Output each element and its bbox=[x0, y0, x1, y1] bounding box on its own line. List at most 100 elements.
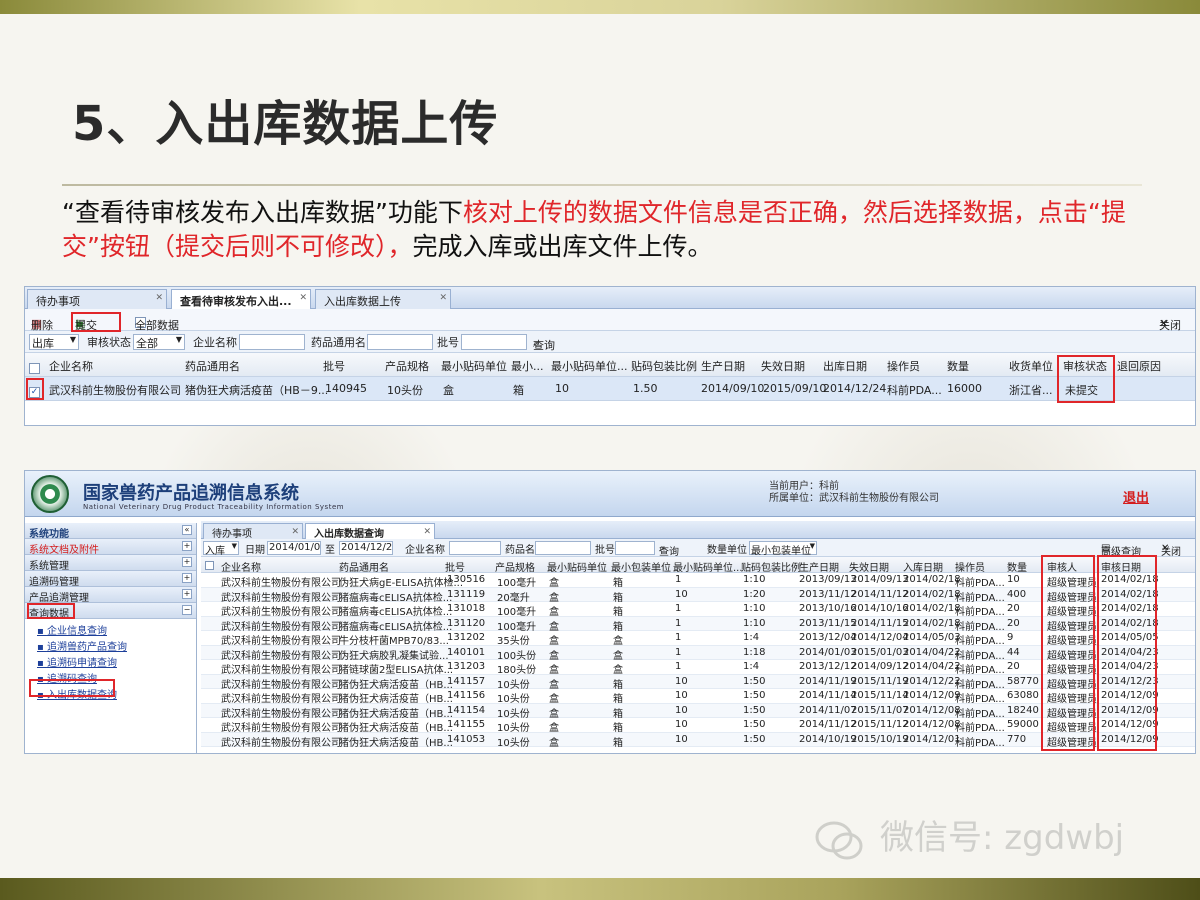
company-input[interactable] bbox=[239, 334, 305, 350]
batch-input[interactable] bbox=[461, 334, 527, 350]
close-icon[interactable]: ✕ bbox=[291, 527, 299, 537]
col-return-reason[interactable]: 退回原因 bbox=[1117, 358, 1161, 374]
col-operator[interactable]: 操作员 bbox=[955, 559, 985, 574]
cell-min-code-unit: 盒 bbox=[443, 384, 454, 397]
tab-todo[interactable]: 待办事项 ✕ bbox=[27, 289, 167, 309]
cell-receiver: 浙江省... bbox=[1009, 384, 1053, 397]
watermark-text: 微信号: zgdwbj bbox=[880, 818, 1125, 858]
table-row[interactable]: ✓ 武汉科前生物股份有限公司 猪伪狂犬病活疫苗（HB－9... 140945 1… bbox=[25, 377, 1195, 401]
cell-operator: 科前PDA... bbox=[887, 384, 942, 397]
col-min-code-unit[interactable]: 最小贴码单位 bbox=[547, 559, 607, 574]
col-company[interactable]: 企业名称 bbox=[49, 358, 93, 374]
cell-quantity: 10 bbox=[1007, 574, 1020, 585]
collapse-icon[interactable]: − bbox=[182, 605, 192, 615]
col-company[interactable]: 企业名称 bbox=[221, 559, 261, 574]
col-min-code-unit-2[interactable]: 最小贴码单位... bbox=[673, 559, 743, 574]
col-out-date[interactable]: 出库日期 bbox=[823, 358, 867, 374]
cell-drug: 猪伪狂犬病活疫苗（HB－9... bbox=[185, 384, 329, 397]
cell-batch: 141157 bbox=[447, 675, 486, 687]
close-icon[interactable]: ✕ bbox=[299, 293, 307, 303]
cell-spec: 10头份 bbox=[497, 737, 530, 749]
cell-min-code-unit-2: 1 bbox=[675, 646, 682, 658]
sidebar-group-codes[interactable]: 追溯码管理 + bbox=[25, 571, 196, 588]
chevron-down-icon: ▼ bbox=[69, 335, 76, 344]
col-quantity[interactable]: 数量 bbox=[1007, 559, 1027, 574]
close-icon[interactable]: ✕ bbox=[439, 293, 447, 303]
checkbox-icon bbox=[29, 363, 40, 374]
close-icon[interactable]: ✕ bbox=[155, 293, 163, 303]
col-production-date[interactable]: 生产日期 bbox=[701, 358, 745, 374]
sidebar-group-trace[interactable]: 产品追溯管理 + bbox=[25, 587, 196, 604]
col-ratio[interactable]: 贴码包装比例 bbox=[631, 358, 697, 374]
slide-title: 5、入出库数据上传 bbox=[72, 96, 499, 152]
collapse-icon[interactable]: « bbox=[182, 525, 192, 535]
cell-batch: 141155 bbox=[447, 719, 486, 730]
direction-select[interactable]: 出库 ▼ bbox=[29, 334, 79, 350]
tab-upload[interactable]: 入出库数据上传 ✕ bbox=[315, 289, 451, 309]
drug-input[interactable] bbox=[535, 541, 591, 555]
cell-production-date: 2014/10/19 bbox=[799, 733, 857, 745]
direction-value: 入库 bbox=[205, 546, 225, 557]
close-icon[interactable]: ✕ bbox=[423, 527, 431, 537]
col-spec[interactable]: 产品规格 bbox=[385, 358, 429, 374]
cell-min-code-unit-2: 10 bbox=[675, 704, 688, 716]
bottom-decor-bar bbox=[0, 878, 1200, 900]
col-quantity[interactable]: 数量 bbox=[947, 358, 969, 374]
col-in-date[interactable]: 入库日期 bbox=[903, 559, 943, 574]
cell-expiry-date: 2014/12/04 bbox=[851, 632, 909, 643]
date-from-value: 2014/01/0 bbox=[269, 542, 321, 553]
batch-label: 批号 bbox=[595, 545, 615, 556]
expand-icon[interactable]: + bbox=[182, 589, 192, 599]
col-min-code-unit[interactable]: 最小贴码单位 bbox=[441, 358, 507, 374]
col-spec[interactable]: 产品规格 bbox=[495, 559, 535, 574]
col-operator[interactable]: 操作员 bbox=[887, 358, 920, 374]
status-select[interactable]: 全部 ▼ bbox=[133, 334, 185, 350]
drug-input[interactable] bbox=[367, 334, 433, 350]
highlight-review-date bbox=[1097, 555, 1157, 751]
cell-ratio: 1:50 bbox=[743, 675, 766, 687]
col-expiry-date[interactable]: 失效日期 bbox=[761, 358, 805, 374]
sidebar-group-system[interactable]: 系统管理 + bbox=[25, 555, 196, 572]
company-input[interactable] bbox=[449, 541, 501, 555]
toolbar: ▦ 删除 ▣ 提交 全部数据 ✕ 关闭 bbox=[25, 309, 1195, 332]
sidebar-item-products[interactable]: ▪ 追溯兽药产品查询 bbox=[37, 638, 196, 654]
sidebar-item-code-apply[interactable]: ▪ 追溯码申请查询 bbox=[37, 654, 196, 670]
tab-todo[interactable]: 待办事项 ✕ bbox=[203, 523, 303, 540]
col-drug[interactable]: 药品通用名 bbox=[339, 559, 389, 574]
col-receiver[interactable]: 收货单位 bbox=[1009, 358, 1053, 374]
tab-inout-query[interactable]: 入出库数据查询 ✕ bbox=[305, 523, 435, 540]
col-batch[interactable]: 批号 bbox=[445, 559, 465, 574]
cell-production-date: 2013/11/15 bbox=[799, 617, 857, 629]
cell-quantity: 18240 bbox=[1007, 704, 1039, 716]
cell-batch: 140101 bbox=[447, 646, 486, 658]
sidebar-group-functions[interactable]: 系统功能 « bbox=[25, 523, 196, 540]
cell-batch: 131018 bbox=[447, 603, 486, 614]
expand-icon[interactable]: + bbox=[182, 573, 192, 583]
sidebar-group-docs[interactable]: 系统文档及附件 + bbox=[25, 539, 196, 556]
qty-unit-select[interactable]: 最小包装单位 ▼ bbox=[749, 541, 817, 557]
col-min-pack[interactable]: 最小包装单位 bbox=[611, 559, 671, 574]
cell-quantity: 44 bbox=[1007, 646, 1020, 658]
system-name: 国家兽药产品追溯信息系统 bbox=[83, 483, 299, 504]
col-batch[interactable]: 批号 bbox=[323, 358, 345, 374]
col-drug[interactable]: 药品通用名 bbox=[185, 358, 240, 374]
cell-expiry-date: 2015/11/07 bbox=[851, 704, 909, 716]
expand-icon[interactable]: + bbox=[182, 541, 192, 551]
date-from-input[interactable]: 2014/01/0 bbox=[267, 541, 321, 555]
date-to-input[interactable]: 2014/12/2 bbox=[339, 541, 393, 555]
cell-out-date: 2014/12/24 bbox=[823, 382, 887, 395]
batch-input[interactable] bbox=[615, 541, 655, 555]
col-ratio[interactable]: 贴码包装比例 bbox=[741, 559, 801, 574]
expand-icon[interactable]: + bbox=[182, 557, 192, 567]
col-min-pack[interactable]: 最小... bbox=[511, 358, 544, 374]
sidebar-item-company[interactable]: ▪ 企业信息查询 bbox=[37, 622, 196, 638]
cell-quantity: 9 bbox=[1007, 632, 1014, 643]
col-production-date[interactable]: 生产日期 bbox=[799, 559, 839, 574]
col-min-code-unit-2[interactable]: 最小贴码单位... bbox=[551, 358, 628, 374]
cell-min-code-unit-2: 10 bbox=[675, 675, 688, 687]
date-label: 日期 bbox=[245, 545, 265, 556]
direction-select[interactable]: 入库 ▼ bbox=[203, 541, 239, 557]
col-expiry-date[interactable]: 失效日期 bbox=[849, 559, 889, 574]
tab-pending-review[interactable]: 查看待审核发布入出... ✕ bbox=[171, 289, 311, 309]
logout-link[interactable]: 退出 bbox=[1123, 487, 1149, 506]
